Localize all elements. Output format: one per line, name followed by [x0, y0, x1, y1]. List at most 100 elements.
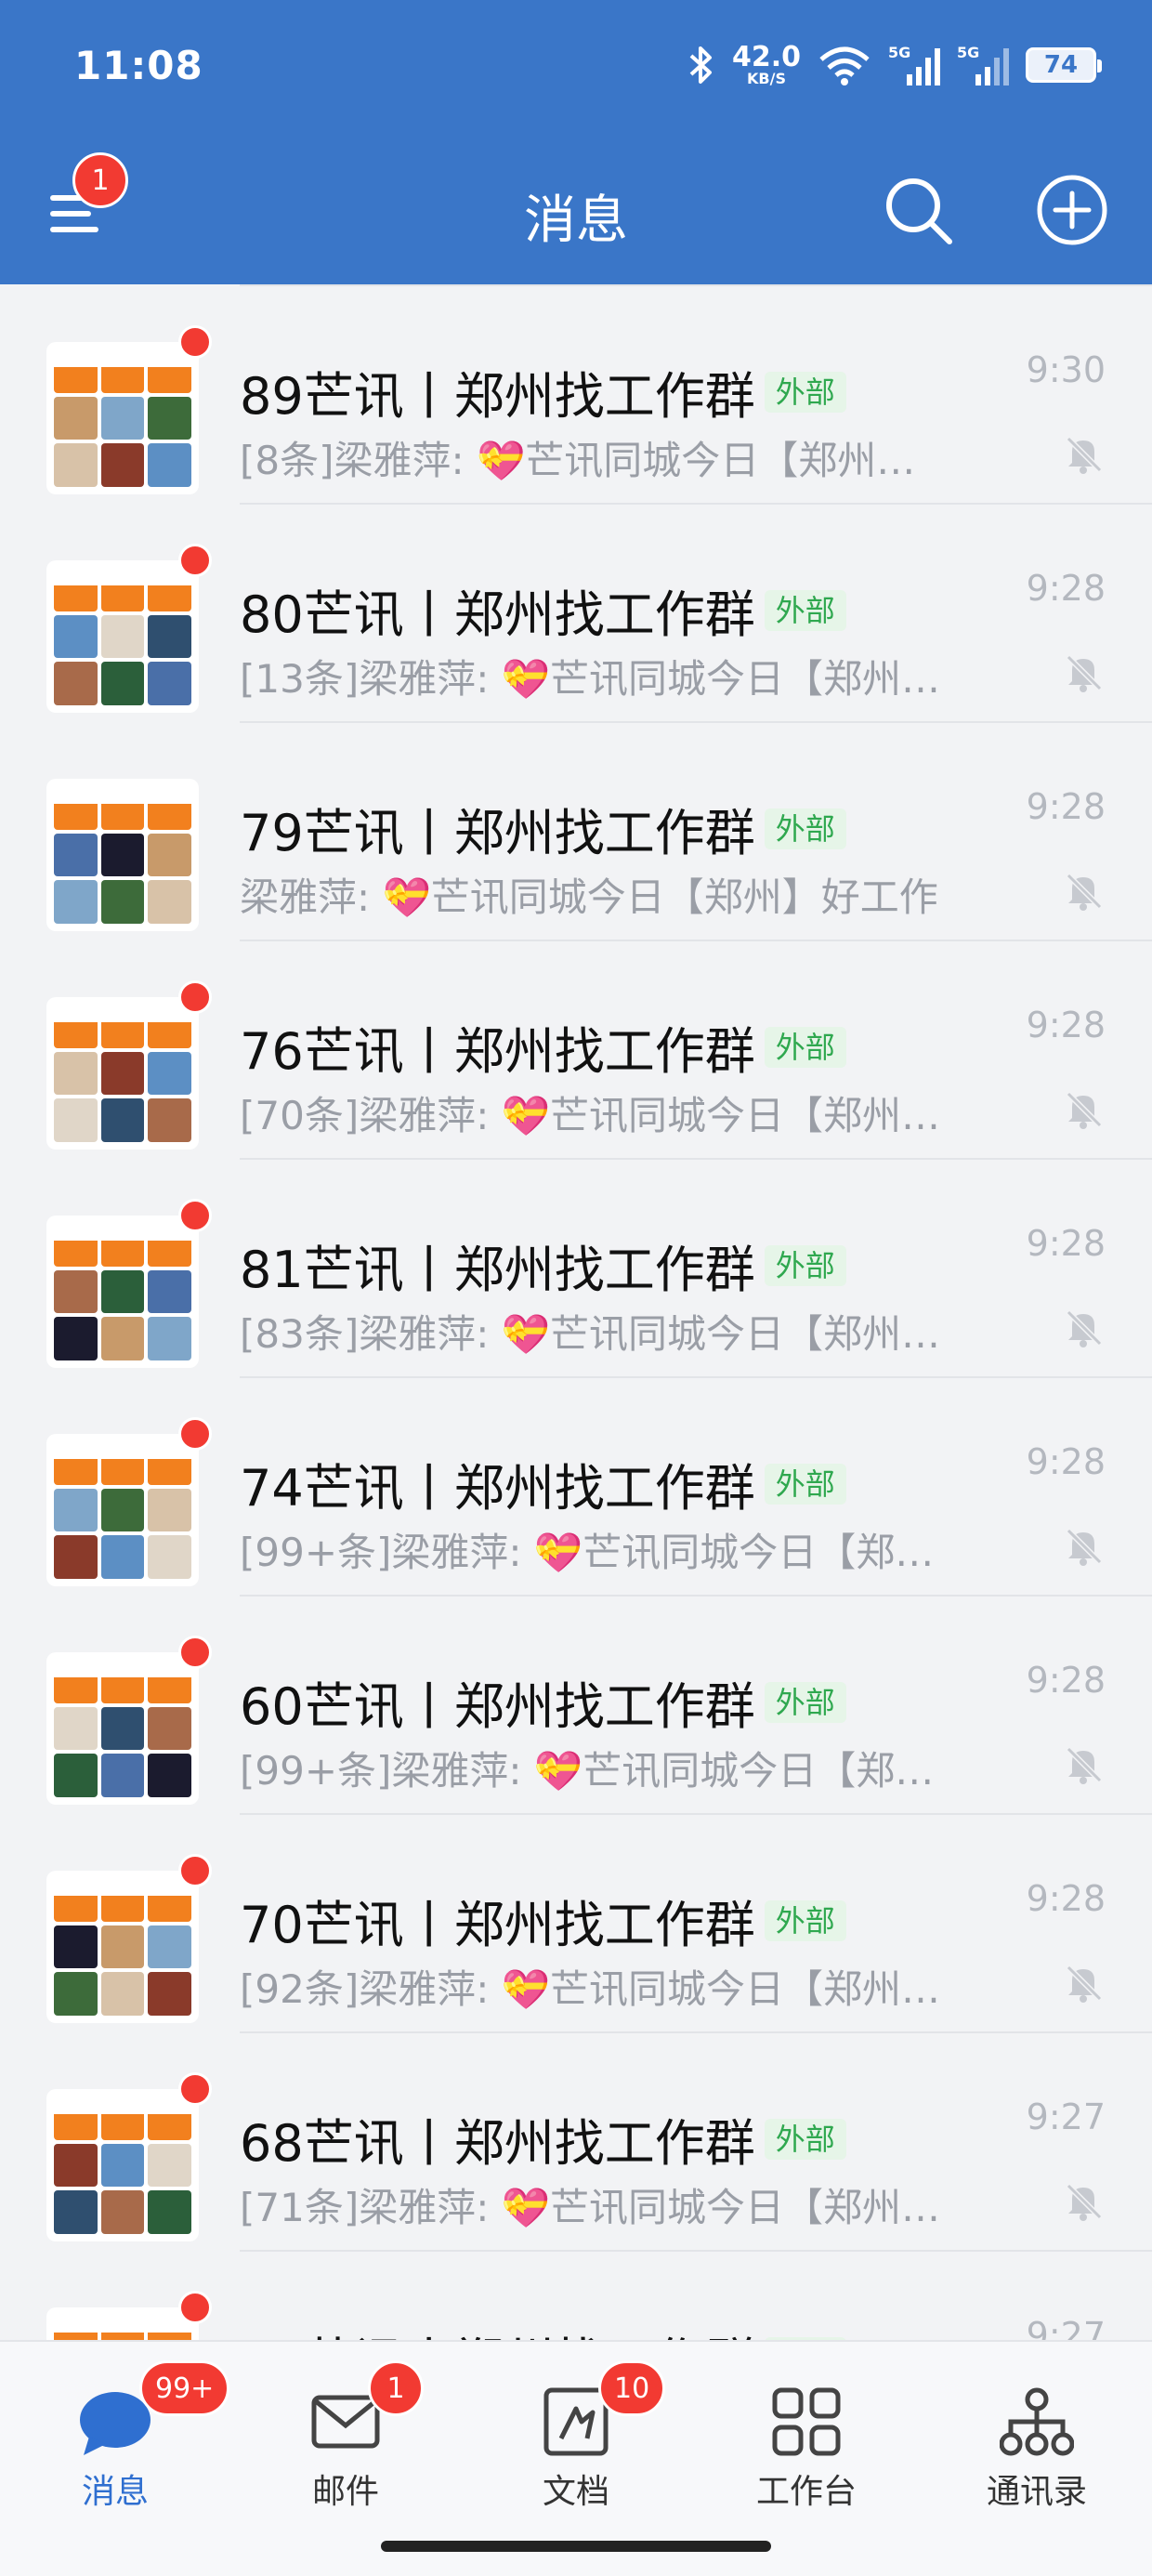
message-preview: [71条]梁雅萍: 💝芒讯同城今日【郑州】好 — [240, 2185, 946, 2230]
conversation-row[interactable]: 68芒讯丨郑州找工作群 外部 9:27 [71条]梁雅萍: 💝芒讯同城今日【郑州】好 — [0, 2031, 1152, 2250]
conversation-time: 9:28 — [1026, 1005, 1106, 1045]
conversation-time: 9:28 — [1026, 786, 1106, 827]
avatar-tile — [100, 1441, 145, 1485]
avatar-tile — [54, 880, 98, 924]
avatar-tile — [100, 396, 145, 440]
row-divider — [240, 1595, 1152, 1597]
group-avatar — [46, 2089, 199, 2241]
search-icon[interactable] — [881, 173, 955, 247]
conversation-title: 74芒讯丨郑州找工作群 外部 — [240, 1447, 846, 1520]
avatar-tile — [54, 1972, 98, 2016]
row-divider — [240, 503, 1152, 505]
avatar-tile — [54, 2143, 98, 2188]
conversation-title: 62芒讯丨郑州找工作群外部 — [240, 2320, 846, 2340]
tab-workbench[interactable]: 工作台 — [691, 2342, 922, 2528]
conversation-title: 81芒讯丨郑州找工作群 外部 — [240, 1229, 846, 1302]
message-preview: [13条]梁雅萍: 💝芒讯同城今日【郑州】好 — [240, 656, 946, 702]
avatar-tile — [54, 1706, 98, 1751]
avatar-tile — [100, 1269, 145, 1314]
row-divider — [240, 2250, 1152, 2252]
bell-muted-icon — [1066, 1091, 1103, 1129]
avatar-tile — [148, 614, 191, 659]
avatar-tile — [148, 349, 191, 393]
tab-label: 文档 — [542, 2473, 609, 2511]
tab-mail[interactable]: 1 邮件 — [230, 2342, 461, 2528]
conversation-row[interactable]: 89芒讯丨郑州找工作群 外部 9:30 [8条]梁雅萍: 💝芒讯同城今日【郑州】好 — [0, 284, 1152, 503]
row-divider — [240, 1813, 1152, 1815]
conversation-row[interactable]: 80芒讯丨郑州找工作群 外部 9:28 [13条]梁雅萍: 💝芒讯同城今日【郑州】好 — [0, 503, 1152, 721]
avatar-tile — [54, 833, 98, 877]
conversation-row[interactable]: 74芒讯丨郑州找工作群 外部 9:28 [99+条]梁雅萍: 💝芒讯同城今日【郑州】好 — [0, 1376, 1152, 1595]
avatar-tile — [100, 1535, 145, 1579]
conversation-time: 9:27 — [1026, 2315, 1106, 2340]
avatar-tile — [54, 349, 98, 393]
avatar-tile — [54, 1005, 98, 1048]
avatar-tile — [100, 1051, 145, 1096]
bell-muted-icon — [1066, 1746, 1103, 1784]
avatar-tile — [54, 1441, 98, 1485]
tab-badge: 10 — [598, 2360, 666, 2416]
tab-label: 邮件 — [311, 2473, 379, 2511]
avatar-tile — [54, 662, 98, 705]
tab-label: 通讯录 — [986, 2473, 1087, 2511]
avatar-tile — [148, 1488, 191, 1532]
avatar-tile — [100, 1660, 145, 1703]
conversation-list[interactable]: 89芒讯丨郑州找工作群 外部 9:30 [8条]梁雅萍: 💝芒讯同城今日【郑州】好 80… — [0, 284, 1152, 2340]
conversation-title: 68芒讯丨郑州找工作群 外部 — [240, 2102, 846, 2175]
conversation-row[interactable]: 81芒讯丨郑州找工作群 外部 9:28 [83条]梁雅萍: 💝芒讯同城今日【郑州】好 — [0, 1158, 1152, 1376]
avatar-tile — [100, 443, 145, 487]
unread-dot — [178, 2291, 212, 2324]
conversation-row[interactable]: 62芒讯丨郑州找工作群外部 9:27 — [0, 2250, 1152, 2340]
avatar-tile — [54, 1660, 98, 1703]
avatar-tile — [148, 2096, 191, 2140]
message-preview: 梁雅萍: 💝芒讯同城今日【郑州】好工作 — [240, 874, 938, 920]
avatar-tile — [100, 349, 145, 393]
row-divider — [240, 284, 1152, 286]
external-tag: 外部 — [764, 1681, 846, 1723]
avatar-tile — [100, 1754, 145, 1797]
message-preview: [99+条]梁雅萍: 💝芒讯同城今日【郑州】好 — [240, 1530, 946, 1575]
tab-badge: 99+ — [139, 2360, 230, 2416]
avatar-tile — [54, 1223, 98, 1267]
conversation-title: 76芒讯丨郑州找工作群 外部 — [240, 1010, 846, 1084]
avatar-tile — [148, 1269, 191, 1314]
nav-bar: 1 消息 — [0, 139, 1152, 284]
avatar-tile — [148, 1005, 191, 1048]
org-chart-icon — [1000, 2387, 1074, 2456]
conversation-title: 70芒讯丨郑州找工作群 外部 — [240, 1884, 846, 1957]
conversation-row[interactable]: 70芒讯丨郑州找工作群 外部 9:28 [92条]梁雅萍: 💝芒讯同城今日【郑州】好 — [0, 1813, 1152, 2031]
row-divider — [240, 1376, 1152, 1378]
bell-muted-icon — [1066, 654, 1103, 692]
avatar-tile — [148, 2190, 191, 2234]
avatar-tile — [100, 786, 145, 830]
avatar-tile — [54, 1925, 98, 1969]
external-tag: 外部 — [764, 1899, 846, 1941]
avatar-tile — [100, 662, 145, 705]
avatar-tile — [148, 786, 191, 830]
plus-circle-icon[interactable] — [1035, 173, 1109, 247]
avatar-tile — [100, 880, 145, 924]
avatar-tile — [54, 396, 98, 440]
avatar-tile — [54, 1317, 98, 1360]
group-avatar — [46, 997, 199, 1150]
avatar-tile — [148, 568, 191, 611]
external-tag: 外部 — [764, 371, 846, 413]
unread-dot — [178, 1199, 212, 1232]
unread-dot — [178, 1636, 212, 1669]
message-preview: [8条]梁雅萍: 💝芒讯同城今日【郑州】好 — [240, 438, 946, 483]
conversation-name: 89芒讯丨郑州找工作群 — [240, 367, 755, 426]
conversation-row[interactable]: 60芒讯丨郑州找工作群 外部 9:28 [99+条]梁雅萍: 💝芒讯同城今日【郑州】好 — [0, 1595, 1152, 1813]
conversation-row[interactable]: 79芒讯丨郑州找工作群 外部 9:28 梁雅萍: 💝芒讯同城今日【郑州】好工作 — [0, 721, 1152, 940]
tab-messages[interactable]: 99+ 消息 — [0, 2342, 230, 2528]
conversation-title: 79芒讯丨郑州找工作群 外部 — [240, 792, 846, 865]
avatar-tile — [148, 662, 191, 705]
avatar-tile — [100, 1878, 145, 1922]
group-avatar — [46, 1434, 199, 1586]
avatar-tile — [100, 1098, 145, 1142]
avatar-tile — [54, 786, 98, 830]
tab-docs[interactable]: 10 文档 — [461, 2342, 691, 2528]
conversation-row[interactable]: 76芒讯丨郑州找工作群 外部 9:28 [70条]梁雅萍: 💝芒讯同城今日【郑州】好 — [0, 940, 1152, 1158]
svg-text:5G: 5G — [957, 44, 979, 61]
tab-contacts[interactable]: 通讯录 — [922, 2342, 1152, 2528]
avatar-tile — [100, 1706, 145, 1751]
